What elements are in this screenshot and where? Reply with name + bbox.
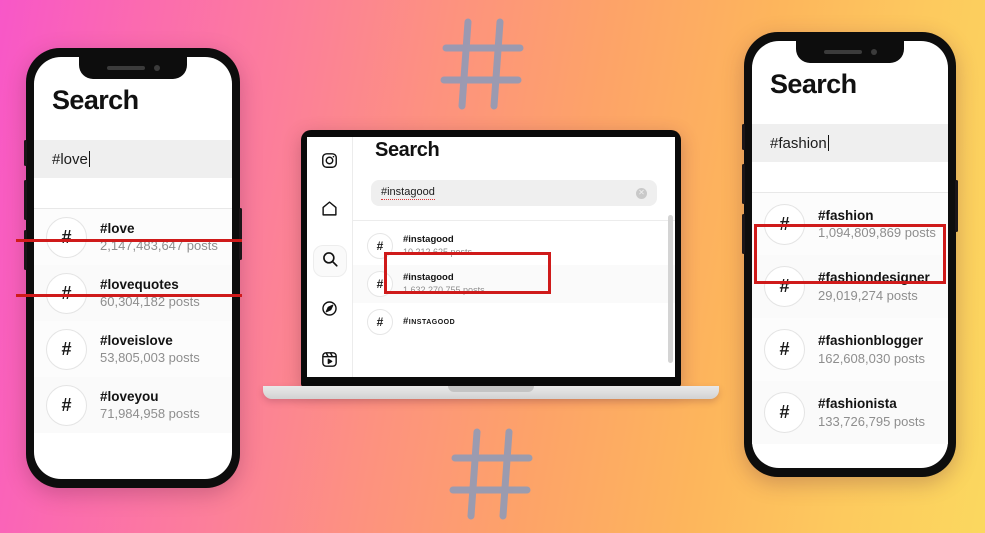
search-results-laptop: # #instagood 10.212.625 posts # #instago…	[353, 221, 675, 341]
hashtag-icon: #	[46, 384, 87, 426]
list-item[interactable]: # #instagood 1.632.270.755 posts	[353, 265, 675, 303]
earpiece-speaker	[823, 50, 862, 54]
search-icon	[321, 250, 339, 273]
hashtag-name: #love	[100, 220, 135, 236]
hashtag-icon: #	[764, 392, 805, 433]
hashtag-post-count: 10.212.625 posts	[403, 247, 473, 258]
list-item[interactable]: # #fashiondesigner 29,019,274 posts	[752, 255, 948, 318]
list-item[interactable]: # #fashion 1,094,809,869 posts	[752, 193, 948, 255]
phone-right-notch	[796, 41, 904, 63]
hashtag-post-count: 1,094,809,869 posts	[818, 225, 936, 241]
text-caret	[88, 151, 90, 167]
phone-left-volume-down-button[interactable]	[24, 230, 27, 270]
hashtag-name: #instagood	[403, 315, 456, 327]
reels-icon	[321, 351, 338, 373]
phone-left-mute-button[interactable]	[24, 140, 27, 166]
hashtag-post-count: 71,984,958 posts	[100, 406, 200, 422]
spacer-left	[34, 178, 232, 208]
front-camera-icon	[870, 49, 877, 55]
list-item[interactable]: # #loveislove 53,805,003 posts	[34, 321, 232, 377]
sidebar-item-explore[interactable]	[314, 296, 346, 326]
hashtag-icon: #	[367, 309, 393, 335]
sidebar-item-home[interactable]	[314, 195, 346, 225]
list-item[interactable]: # #fashionista 133,726,795 posts	[752, 381, 948, 444]
sidebar-item-reels[interactable]	[314, 347, 346, 377]
hashtag-name: #fashion	[818, 207, 874, 223]
laptop: Search #instagood ✕ # #instagood 10.212.…	[263, 130, 719, 399]
scrollbar[interactable]	[668, 215, 673, 363]
clear-search-icon[interactable]: ✕	[636, 187, 647, 199]
hashtag-post-count: 29,019,274 posts	[818, 287, 918, 303]
hashtag-symbol-bottom	[445, 424, 537, 524]
phone-left-power-button[interactable]	[239, 208, 242, 260]
hashtag-icon: #	[367, 233, 393, 259]
explore-icon	[321, 300, 338, 322]
phone-right-volume-up-button[interactable]	[742, 164, 745, 204]
hashtag-icon: #	[367, 271, 393, 297]
list-item[interactable]: # #instagood 10.212.625 posts	[353, 227, 675, 265]
phone-left-notch	[79, 57, 187, 79]
laptop-base	[263, 386, 719, 399]
hashtag-post-count: 1.632.270.755 posts	[403, 285, 485, 296]
sidebar-item-search[interactable]	[313, 245, 346, 277]
hashtag-symbol-top	[436, 14, 528, 114]
hashtag-post-count: 53,805,003 posts	[100, 350, 200, 366]
hashtag-post-count: 2,147,483,647 posts	[100, 238, 218, 254]
laptop-search-panel: Search #instagood ✕ # #instagood 10.212.…	[353, 137, 675, 377]
list-item[interactable]: # #instagood	[353, 303, 675, 341]
laptop-lid: Search #instagood ✕ # #instagood 10.212.…	[301, 130, 681, 387]
search-input-right[interactable]: #fashion	[752, 124, 948, 162]
phone-right-power-button[interactable]	[955, 180, 958, 232]
hashtag-post-count: 133,726,795 posts	[818, 413, 925, 429]
search-input-laptop[interactable]: #instagood ✕	[371, 180, 657, 206]
hashtag-icon: #	[764, 329, 805, 370]
hashtag-icon: #	[46, 328, 87, 370]
search-input-laptop-value: #instagood	[381, 186, 435, 200]
phone-right-screen: Search #fashion # #fashion 1,094,809,869…	[752, 41, 948, 468]
hashtag-name: #loveyou	[100, 388, 159, 404]
hashtag-name: #instagood	[403, 233, 454, 245]
search-input-left[interactable]: #love	[34, 140, 232, 178]
hashtag-name: #fashionblogger	[818, 333, 924, 349]
laptop-screen: Search #instagood ✕ # #instagood 10.212.…	[307, 137, 675, 377]
search-results-right: # #fashion 1,094,809,869 posts # #fashio…	[752, 193, 948, 444]
page-title-laptop: Search	[375, 139, 440, 161]
search-input-left-value: #love	[52, 150, 88, 168]
spacer-right	[752, 162, 948, 192]
phone-left-screen: Search #love # #love 2,147,483,647 posts…	[34, 57, 232, 479]
phone-right: Search #fashion # #fashion 1,094,809,869…	[742, 32, 958, 477]
phone-right-volume-down-button[interactable]	[742, 214, 745, 254]
hashtag-icon: #	[46, 216, 87, 258]
hashtag-name: #loveislove	[100, 332, 173, 348]
hashtag-name: #fashiondesigner	[818, 270, 930, 286]
instagram-logo-icon[interactable]	[314, 145, 346, 175]
instagram-sidebar	[307, 137, 353, 377]
home-icon	[321, 200, 338, 222]
text-caret	[827, 135, 829, 151]
front-camera-icon	[153, 65, 160, 71]
list-item[interactable]: # #loveyou 71,984,958 posts	[34, 377, 232, 433]
search-results-left: # #love 2,147,483,647 posts # #lovequote…	[34, 209, 232, 433]
phone-right-mute-button[interactable]	[742, 124, 745, 150]
earpiece-speaker	[106, 66, 145, 70]
list-item[interactable]: # #love 2,147,483,647 posts	[34, 209, 232, 265]
hashtag-name: #fashionista	[818, 396, 897, 412]
hashtag-icon: #	[764, 266, 805, 307]
phone-left-volume-up-button[interactable]	[24, 180, 27, 220]
hashtag-name: #instagood	[403, 271, 454, 283]
poster-canvas: Search #love # #love 2,147,483,647 posts…	[0, 0, 985, 533]
hashtag-post-count: 162,608,030 posts	[818, 350, 925, 366]
list-item[interactable]: # #lovequotes 60,304,182 posts	[34, 265, 232, 321]
hashtag-post-count: 60,304,182 posts	[100, 294, 200, 310]
hashtag-icon: #	[764, 203, 805, 245]
list-item[interactable]: # #fashionblogger 162,608,030 posts	[752, 318, 948, 381]
phone-left: Search #love # #love 2,147,483,647 posts…	[24, 48, 242, 488]
search-input-right-value: #fashion	[770, 134, 827, 152]
hashtag-name: #lovequotes	[100, 276, 179, 292]
hashtag-icon: #	[46, 272, 87, 314]
